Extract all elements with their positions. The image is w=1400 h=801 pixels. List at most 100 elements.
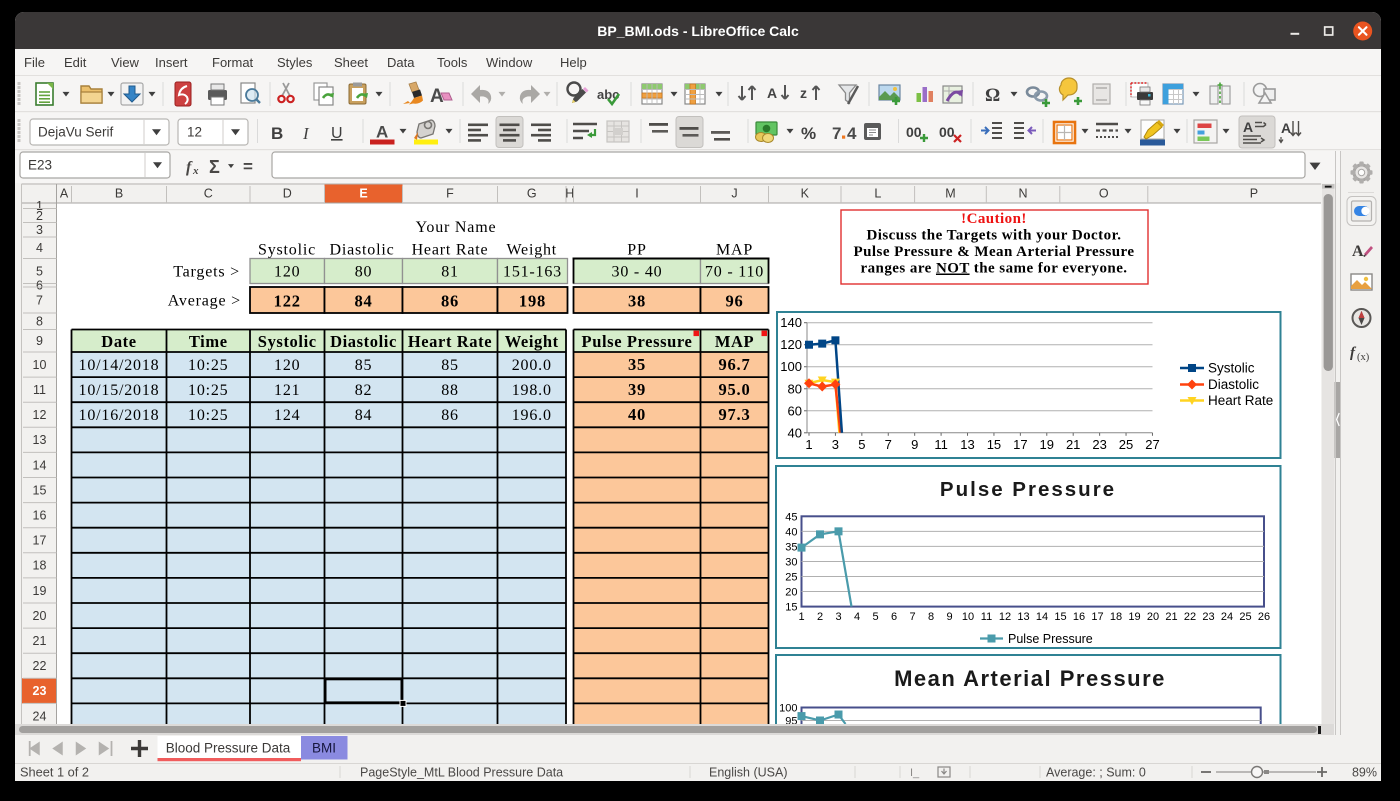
svg-text:Diastolic: Diastolic xyxy=(330,332,397,351)
svg-text:19: 19 xyxy=(1040,437,1054,452)
svg-text:English (USA): English (USA) xyxy=(709,766,788,780)
svg-text:100: 100 xyxy=(780,359,802,374)
svg-text:38: 38 xyxy=(628,292,646,311)
svg-text:100: 100 xyxy=(779,703,797,715)
svg-text:15: 15 xyxy=(33,483,47,497)
svg-text:Ω: Ω xyxy=(985,85,1000,106)
svg-text:95.0: 95.0 xyxy=(718,380,750,399)
svg-text:140: 140 xyxy=(780,315,802,330)
svg-text:10:25: 10:25 xyxy=(188,407,228,424)
svg-text:16: 16 xyxy=(1073,611,1085,623)
svg-text:Weight: Weight xyxy=(506,242,557,259)
svg-text:14: 14 xyxy=(33,458,47,472)
svg-text:17: 17 xyxy=(33,534,47,548)
svg-text:21: 21 xyxy=(1066,437,1080,452)
svg-text:1: 1 xyxy=(798,611,804,623)
svg-text:13: 13 xyxy=(33,433,47,447)
svg-text:DejaVu Serif: DejaVu Serif xyxy=(38,125,114,140)
svg-text:Pulse Pressure: Pulse Pressure xyxy=(582,332,693,351)
svg-text:U: U xyxy=(331,125,343,142)
svg-text:Diastolic: Diastolic xyxy=(1208,377,1259,392)
svg-text:10/14/2018: 10/14/2018 xyxy=(79,357,160,374)
svg-text:8: 8 xyxy=(928,611,934,623)
svg-text:2: 2 xyxy=(817,611,823,623)
svg-text:86: 86 xyxy=(441,292,459,311)
svg-text:23: 23 xyxy=(1202,611,1214,623)
svg-text:00: 00 xyxy=(906,124,922,140)
svg-text:%: % xyxy=(801,124,816,143)
svg-text:B: B xyxy=(271,124,283,143)
svg-text:J: J xyxy=(731,187,737,201)
svg-text:Sheet 1 of 2: Sheet 1 of 2 xyxy=(20,765,89,780)
svg-text:Pulse Pressure: Pulse Pressure xyxy=(940,478,1116,501)
svg-text:5: 5 xyxy=(858,437,865,452)
svg-text:26: 26 xyxy=(1258,611,1270,623)
svg-text:18: 18 xyxy=(1110,611,1122,623)
svg-text:z: z xyxy=(800,85,807,101)
svg-text:A: A xyxy=(1352,243,1364,260)
svg-text:1: 1 xyxy=(805,437,812,452)
svg-text:20: 20 xyxy=(1147,611,1159,623)
svg-text:27: 27 xyxy=(1145,437,1159,452)
svg-text:O: O xyxy=(1099,187,1109,201)
svg-text:196.0: 196.0 xyxy=(512,407,552,424)
svg-text:E: E xyxy=(359,187,367,201)
svg-text:19: 19 xyxy=(33,584,47,598)
svg-text:25: 25 xyxy=(785,572,797,584)
svg-text:B: B xyxy=(115,187,123,201)
svg-text:9: 9 xyxy=(911,437,918,452)
svg-text:11: 11 xyxy=(934,437,948,452)
svg-text:7: 7 xyxy=(909,611,915,623)
svg-text:10/16/2018: 10/16/2018 xyxy=(79,407,160,424)
svg-text:f: f xyxy=(186,159,193,176)
svg-text:3: 3 xyxy=(835,611,841,623)
svg-text:20: 20 xyxy=(33,609,47,623)
svg-text:N: N xyxy=(1019,187,1028,201)
svg-text:120: 120 xyxy=(274,264,300,281)
svg-text:86: 86 xyxy=(441,407,459,424)
svg-text:124: 124 xyxy=(274,407,300,424)
svg-text:17: 17 xyxy=(1091,611,1103,623)
svg-text:96.7: 96.7 xyxy=(718,355,750,374)
svg-text:40: 40 xyxy=(788,425,802,440)
svg-text:80: 80 xyxy=(355,264,373,281)
svg-text:I: I xyxy=(302,124,310,143)
svg-text:ranges are NOT the same for ev: ranges are NOT the same for everyone. xyxy=(860,261,1127,277)
svg-text:89%: 89% xyxy=(1352,766,1377,780)
svg-text:120: 120 xyxy=(274,357,300,374)
svg-text:A: A xyxy=(376,123,388,142)
svg-text:22: 22 xyxy=(1184,611,1196,623)
svg-text:Average: ; Sum: 0: Average: ; Sum: 0 xyxy=(1046,766,1146,780)
svg-text:I: I xyxy=(635,187,638,201)
svg-text:24: 24 xyxy=(1221,611,1233,623)
svg-text:198: 198 xyxy=(519,292,546,311)
svg-text:24: 24 xyxy=(33,709,47,723)
svg-text:Heart Rate: Heart Rate xyxy=(1208,393,1273,408)
svg-text:120: 120 xyxy=(780,337,802,352)
svg-text:Systolic: Systolic xyxy=(258,332,317,351)
svg-text:2: 2 xyxy=(36,209,43,223)
svg-text:10: 10 xyxy=(33,358,47,372)
svg-text:P: P xyxy=(1250,187,1258,201)
svg-text:19: 19 xyxy=(1128,611,1140,623)
svg-text:4: 4 xyxy=(36,241,43,255)
svg-text:3: 3 xyxy=(36,223,43,237)
svg-text:I_: I_ xyxy=(910,767,920,779)
svg-text:=: = xyxy=(243,157,253,176)
svg-text:MAP: MAP xyxy=(716,242,753,259)
svg-text:11: 11 xyxy=(981,611,992,623)
svg-text:3: 3 xyxy=(832,437,839,452)
svg-text:H: H xyxy=(565,187,574,201)
svg-text:5: 5 xyxy=(872,611,878,623)
svg-text:L: L xyxy=(874,187,881,201)
svg-text:6: 6 xyxy=(36,279,43,293)
svg-text:45: 45 xyxy=(785,511,797,523)
svg-text:70 - 110: 70 - 110 xyxy=(705,264,764,281)
svg-text:Targets >: Targets > xyxy=(173,264,240,281)
svg-text:BMI: BMI xyxy=(312,741,336,756)
svg-text:9: 9 xyxy=(946,611,952,623)
svg-text:13: 13 xyxy=(960,437,974,452)
svg-text:82: 82 xyxy=(355,382,373,399)
svg-text:22: 22 xyxy=(33,659,47,673)
svg-text:MAP: MAP xyxy=(715,332,754,351)
